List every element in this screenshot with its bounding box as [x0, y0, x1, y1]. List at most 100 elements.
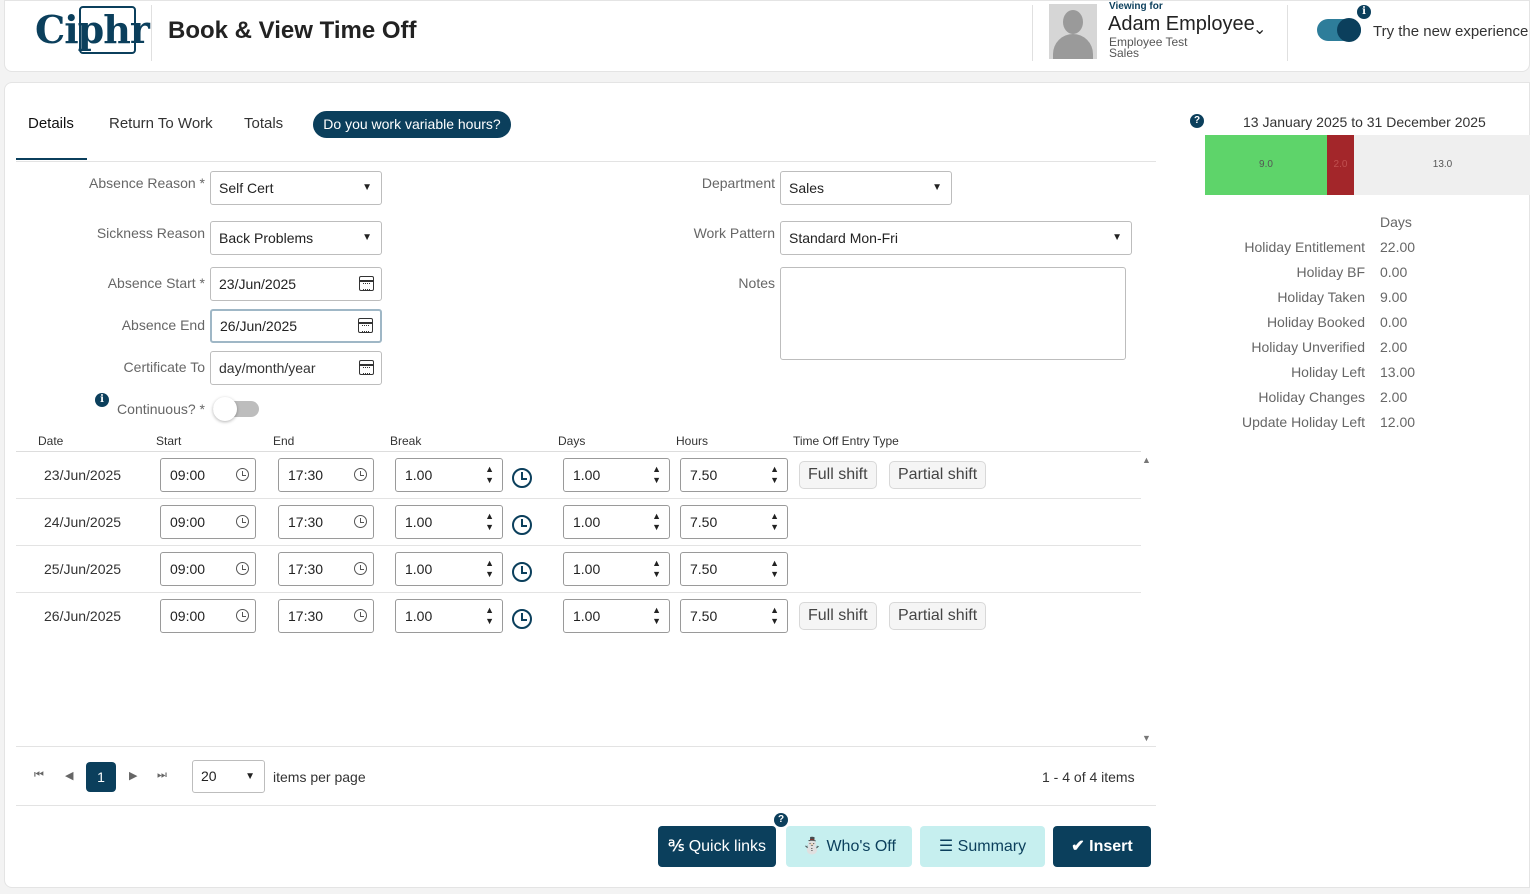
spinner-arrows-icon[interactable]: ▲ ▼ — [652, 605, 661, 627]
calendar-icon[interactable] — [359, 360, 374, 375]
days-input[interactable]: 1.00 ▲ ▼ — [563, 552, 670, 586]
full-shift-button[interactable]: Full shift — [799, 461, 877, 489]
table-row: 24/Jun/2025 09:00 17:30 1.00 ▲ ▼ 1.00 ▲ ▼ 7.… — [16, 499, 1141, 546]
tab-totals[interactable]: Totals — [244, 115, 283, 132]
spinner-arrows-icon[interactable]: ▲ ▼ — [652, 464, 661, 486]
clock-icon[interactable] — [354, 468, 367, 481]
sickness-reason-label: Sickness Reason — [96, 225, 205, 241]
chevron-down-icon[interactable]: ⌄ — [1253, 19, 1266, 39]
continuous-toggle[interactable] — [213, 397, 259, 421]
absence-end-input[interactable]: 26/Jun/2025 — [210, 309, 382, 343]
clock-icon[interactable] — [236, 562, 249, 575]
spinner-arrows-icon[interactable]: ▲ ▼ — [770, 464, 779, 486]
clock-icon[interactable] — [236, 468, 249, 481]
info-icon[interactable]: i — [1357, 5, 1371, 19]
caret-down-icon: ▼ — [245, 771, 255, 782]
whos-off-button[interactable]: ⛄ Who's Off — [786, 826, 912, 867]
spinner-arrows-icon[interactable]: ▲ ▼ — [485, 511, 494, 533]
clock-icon[interactable] — [354, 609, 367, 622]
certificate-to-input[interactable]: day/month/year — [210, 351, 382, 385]
prev-page-icon[interactable]: ◀ — [65, 769, 73, 782]
start-time-input[interactable]: 09:00 — [160, 458, 256, 492]
row-date: 25/Jun/2025 — [44, 561, 122, 577]
notes-label: Notes — [738, 275, 775, 291]
calendar-icon[interactable] — [358, 318, 373, 333]
hours-input[interactable]: 7.50 ▲ ▼ — [680, 505, 788, 539]
work-pattern-select[interactable]: Standard Mon-Fri ▼ — [780, 221, 1132, 255]
break-input[interactable]: 1.00 ▲ ▼ — [395, 552, 503, 586]
tab-details[interactable]: Details — [28, 115, 74, 132]
first-page-icon[interactable]: ⏮ — [34, 769, 44, 782]
next-page-icon[interactable]: ▶ — [129, 769, 137, 782]
break-clock-icon[interactable] — [512, 515, 532, 535]
stat-label: Holiday Unverified — [1251, 339, 1365, 355]
scroll-up-arrow-icon[interactable]: ▲ — [1142, 455, 1151, 465]
spinner-arrows-icon[interactable]: ▲ ▼ — [485, 464, 494, 486]
stat-label: Holiday Booked — [1266, 314, 1365, 330]
break-clock-icon[interactable] — [512, 562, 532, 582]
notes-textarea[interactable] — [780, 267, 1126, 360]
days-input[interactable]: 1.00 ▲ ▼ — [563, 505, 670, 539]
caret-down-icon: ▼ — [362, 182, 372, 193]
end-time-input[interactable]: 17:30 — [278, 552, 374, 586]
absence-reason-select[interactable]: Self Cert ▼ — [210, 171, 382, 205]
days-input[interactable]: 1.00 ▲ ▼ — [563, 458, 670, 492]
partial-shift-button[interactable]: Partial shift — [889, 461, 987, 489]
end-time-input[interactable]: 17:30 — [278, 599, 374, 633]
last-page-icon[interactable]: ⏭ — [157, 769, 167, 782]
partial-shift-button[interactable]: Partial shift — [889, 602, 987, 630]
department-select[interactable]: Sales ▼ — [780, 171, 952, 205]
clock-icon[interactable] — [354, 562, 367, 575]
start-time-value: 09:00 — [170, 467, 206, 483]
break-clock-icon[interactable] — [512, 468, 532, 488]
hours-input[interactable]: 7.50 ▲ ▼ — [680, 458, 788, 492]
new-experience-toggle[interactable] — [1317, 18, 1361, 42]
spinner-arrows-icon[interactable]: ▲ ▼ — [485, 605, 494, 627]
break-clock-icon[interactable] — [512, 609, 532, 629]
variable-hours-button[interactable]: Do you work variable hours? — [313, 111, 511, 138]
absence-start-input[interactable]: 23/Jun/2025 — [210, 267, 382, 301]
sickness-reason-select[interactable]: Back Problems ▼ — [210, 221, 382, 255]
active-tab-indicator — [16, 158, 87, 160]
clock-icon[interactable] — [236, 609, 249, 622]
stat-label: Holiday Entitlement — [1244, 239, 1365, 255]
help-icon[interactable]: ? — [1190, 114, 1204, 128]
break-input[interactable]: 1.00 ▲ ▼ — [395, 458, 503, 492]
spinner-arrows-icon[interactable]: ▲ ▼ — [770, 558, 779, 580]
start-time-input[interactable]: 09:00 — [160, 599, 256, 633]
calendar-icon[interactable] — [359, 276, 374, 291]
help-icon[interactable]: ? — [774, 813, 788, 827]
spinner-arrows-icon[interactable]: ▲ ▼ — [652, 558, 661, 580]
page-button[interactable]: 1 — [86, 762, 116, 792]
pager-divider — [16, 805, 1156, 806]
days-input[interactable]: 1.00 ▲ ▼ — [563, 599, 670, 633]
summary-button[interactable]: ☰ Summary — [920, 826, 1045, 867]
insert-button[interactable]: ✔ Insert — [1053, 826, 1151, 867]
tabs-divider — [16, 161, 1156, 162]
caret-down-icon: ▼ — [1112, 232, 1122, 243]
spinner-arrows-icon[interactable]: ▲ ▼ — [652, 511, 661, 533]
full-shift-button[interactable]: Full shift — [799, 602, 877, 630]
clock-icon[interactable] — [354, 515, 367, 528]
hours-input[interactable]: 7.50 ▲ ▼ — [680, 552, 788, 586]
column-header-days: Days — [558, 434, 586, 448]
quick-links-button[interactable]: ℁ Quick links — [658, 826, 776, 867]
scroll-down-arrow-icon[interactable]: ▼ — [1142, 733, 1151, 743]
tab-return-to-work[interactable]: Return To Work — [109, 115, 213, 132]
start-time-input[interactable]: 09:00 — [160, 505, 256, 539]
end-time-input[interactable]: 17:30 — [278, 505, 374, 539]
hours-input[interactable]: 7.50 ▲ ▼ — [680, 599, 788, 633]
start-time-value: 09:00 — [170, 561, 206, 577]
end-time-input[interactable]: 17:30 — [278, 458, 374, 492]
spinner-arrows-icon[interactable]: ▲ ▼ — [485, 558, 494, 580]
stat-label: Holiday BF — [1296, 264, 1365, 280]
employee-name[interactable]: Adam Employee — [1108, 13, 1255, 36]
items-per-page-select[interactable]: 20 ▼ — [192, 760, 265, 793]
break-input[interactable]: 1.00 ▲ ▼ — [395, 505, 503, 539]
start-time-input[interactable]: 09:00 — [160, 552, 256, 586]
users-icon: ⛄ — [802, 838, 827, 855]
clock-icon[interactable] — [236, 515, 249, 528]
spinner-arrows-icon[interactable]: ▲ ▼ — [770, 605, 779, 627]
break-input[interactable]: 1.00 ▲ ▼ — [395, 599, 503, 633]
spinner-arrows-icon[interactable]: ▲ ▼ — [770, 511, 779, 533]
